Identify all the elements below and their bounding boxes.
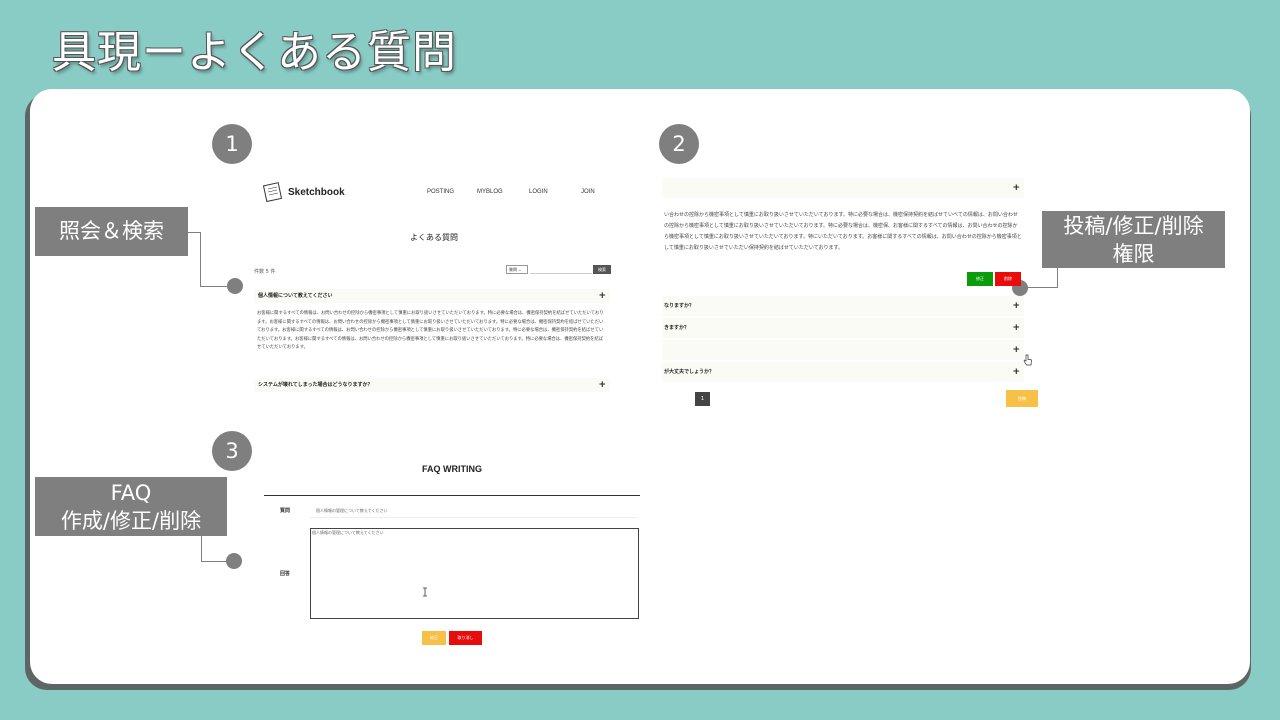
faq-row-text: が大丈夫でしょうか？ — [664, 369, 715, 375]
callout-faq-write-line2: 作成/修正/削除 — [60, 509, 202, 533]
faq-question-2-text: システムが壊れてしまった場合はどうなりますか？ — [258, 382, 373, 388]
question-input[interactable]: 個人情報の管理について教えてください — [310, 503, 638, 518]
post-button[interactable]: 投稿 — [1006, 390, 1038, 407]
faq-heading: よくある質問 — [410, 233, 458, 242]
step-badge-2: 2 — [659, 124, 699, 164]
callout-dot — [227, 278, 243, 294]
expand-plus-icon[interactable]: + — [1012, 362, 1020, 382]
callout-faq-write: FAQ 作成/修正/削除 — [35, 477, 227, 536]
faq-answer-expanded: い合わせの控除から機密事項として慎重にお取り扱いさせていただいております。特に必… — [664, 212, 1022, 251]
search-type-value: 質問 — [509, 267, 517, 272]
search-input[interactable] — [530, 265, 592, 274]
faq-row[interactable]: なりますか？ + — [662, 296, 1024, 316]
expand-plus-icon[interactable]: + — [598, 378, 606, 392]
edit-button[interactable]: 修正 — [967, 272, 993, 286]
divider — [264, 495, 640, 496]
faq-question-1[interactable]: 個人情報について教えてください + — [254, 289, 610, 303]
faq-row-text: きますか？ — [664, 325, 690, 331]
callout-faq-write-line1: FAQ — [110, 481, 152, 505]
callout-line — [188, 232, 200, 233]
faq-question-1-text: 個人情報について教えてください — [258, 293, 333, 299]
expand-plus-icon[interactable]: + — [1012, 178, 1020, 198]
step-badge-1: 1 — [212, 124, 252, 164]
nav-join[interactable]: JOIN — [581, 189, 595, 195]
brand-name[interactable]: Sketchbook — [288, 187, 345, 198]
result-count: 件数 5 件 — [254, 269, 276, 275]
nav-login[interactable]: LOGIN — [529, 189, 548, 195]
hand-cursor-icon — [1023, 354, 1032, 366]
faq-row[interactable]: が大丈夫でしょうか？ + — [662, 362, 1024, 382]
nav-posting[interactable]: POSTING — [427, 189, 454, 195]
callout-dot — [226, 553, 242, 569]
faq-writing-title: FAQ WRITING — [422, 464, 482, 474]
callout-line — [201, 536, 202, 562]
search-type-select[interactable]: 質問 ⌄ — [506, 265, 528, 274]
step-badge-3: 3 — [212, 431, 252, 471]
callout-permissions: 投稿/修正/削除 権限 — [1042, 211, 1225, 268]
cancel-button[interactable]: 取り消し — [449, 631, 482, 645]
faq-list-screenshot: Sketchbook POSTING MYBLOG LOGIN JOIN よくあ… — [250, 172, 618, 400]
callout-permissions-line1: 投稿/修正/削除 — [1063, 214, 1204, 238]
faq-answer-1: お客様に関するすべての情報は、お問い合わせの控除から機密事項として慎重にお取り扱… — [257, 311, 604, 350]
expand-plus-icon[interactable]: + — [1012, 340, 1020, 360]
callout-line — [1057, 268, 1058, 288]
sketchbook-logo-icon — [262, 182, 283, 202]
expand-plus-icon[interactable]: + — [1012, 318, 1020, 338]
nav-myblog[interactable]: MYBLOG — [477, 189, 503, 195]
callout-line — [201, 561, 227, 562]
faq-row[interactable]: + — [662, 340, 1024, 360]
callout-search: 照会＆検索 — [35, 207, 188, 256]
text-cursor-icon — [423, 587, 427, 597]
page-number-button[interactable]: 1 — [695, 392, 710, 406]
search-button[interactable]: 検索 — [593, 265, 611, 274]
slide-title: 具現ーよくある質問 — [52, 27, 457, 78]
callout-line — [200, 286, 228, 287]
delete-button[interactable]: 削除 — [995, 272, 1021, 286]
callout-line — [200, 232, 201, 286]
faq-admin-screenshot: + い合わせの控除から機密事項として慎重にお取り扱いさせていただいております。特… — [662, 176, 1038, 412]
callout-permissions-line2: 権限 — [1112, 242, 1155, 266]
expand-plus-icon[interactable]: + — [1012, 296, 1020, 316]
faq-row[interactable]: きますか？ + — [662, 318, 1024, 338]
answer-textarea[interactable]: 個人情報の管理について教えてください — [310, 528, 639, 619]
answer-label: 回答 — [280, 571, 291, 577]
faq-writing-screenshot: FAQ WRITING 質問 個人情報の管理について教えてください 回答 個人情… — [262, 456, 642, 652]
expand-plus-icon[interactable]: + — [598, 289, 606, 303]
faq-row-text: なりますか？ — [664, 303, 695, 309]
faq-question-2[interactable]: システムが壊れてしまった場合はどうなりますか？ + — [254, 378, 610, 392]
faq-row[interactable]: + — [662, 178, 1024, 198]
question-label: 質問 — [280, 508, 291, 514]
callout-line — [1026, 287, 1058, 288]
submit-button[interactable]: 修正 — [422, 631, 446, 645]
